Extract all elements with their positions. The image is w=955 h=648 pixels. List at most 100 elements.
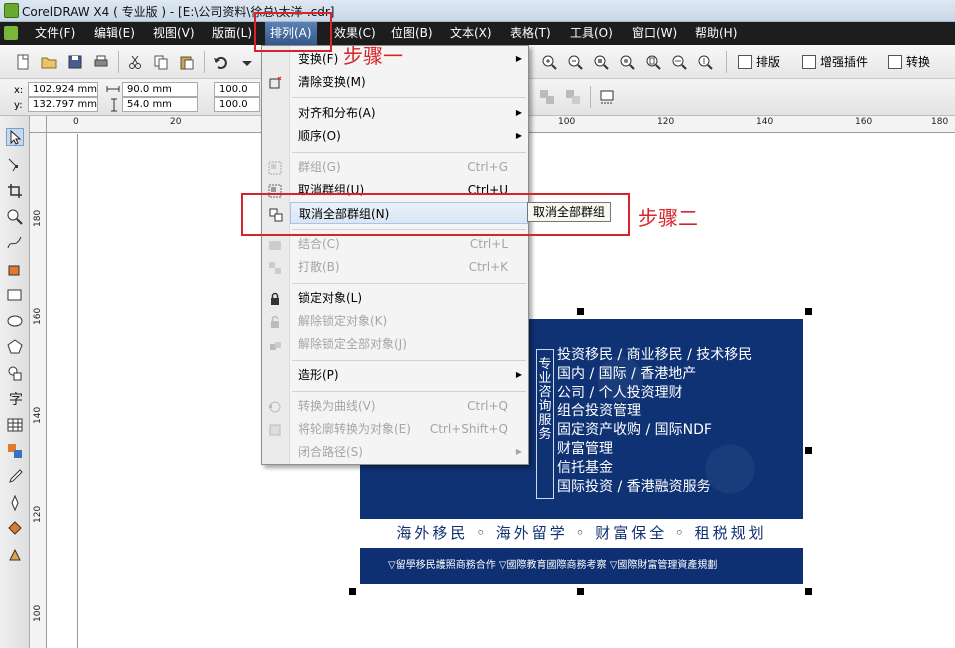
page-edge [77,134,78,648]
menu-item-close-path[interactable]: 闭合路径(S) ▶ [290,441,528,463]
selection-handle-top-right[interactable] [805,308,812,315]
fill-tool-icon[interactable] [6,520,24,538]
menu-text[interactable]: 文本(X) [445,22,497,45]
group-objects-icon[interactable] [538,88,556,106]
ruler-label: 180 [33,209,43,227]
step1-highlight-box [254,12,332,52]
scale-x-field[interactable]: 100.0 [214,82,260,97]
zoom-page-icon[interactable] [644,53,662,71]
menu-item-align-distribute[interactable]: 对齐和分布(A) ▶ [290,102,528,124]
interactive-fill-tool-icon[interactable] [6,546,24,564]
break-apart-icon [268,260,282,274]
menu-item-group[interactable]: 群组(G) Ctrl+G [268,156,528,178]
zoom-selected-icon[interactable] [592,53,610,71]
step2-highlight-box [241,193,630,236]
selection-handle-bottom-left[interactable] [349,588,356,595]
basic-shapes-tool-icon[interactable] [6,364,24,382]
ruler-origin[interactable] [30,116,47,133]
menu-item-combine[interactable]: 结合(C) Ctrl+L [269,233,528,255]
menu-edit[interactable]: 编辑(E) [89,22,140,45]
cut-icon[interactable] [126,53,144,71]
ruler-label: 140 [33,406,43,424]
document-icon[interactable] [4,26,18,40]
menu-window[interactable]: 窗口(W) [627,22,682,45]
toolbox: 字 [0,116,30,648]
print-icon[interactable] [92,53,110,71]
zoom-width-icon[interactable] [670,53,688,71]
menu-item-unlock-all[interactable]: 解除锁定全部对象(J) [270,333,528,355]
eyedropper-tool-icon[interactable] [6,468,24,486]
copy-icon[interactable] [152,53,170,71]
card-line: 国内 / 国际 / 香港地产 [557,365,697,382]
menu-help[interactable]: 帮助(H) [690,22,742,45]
combine-icon [268,237,282,251]
paste-icon[interactable] [178,53,196,71]
zoom-tool-icon[interactable] [6,208,24,226]
height-field[interactable]: 54.0 mm [122,97,198,112]
ruler-label: 120 [657,117,675,127]
text-tool-icon[interactable]: 字 [6,390,24,408]
plugin-icon [802,55,816,69]
convert-button[interactable]: 转换 [886,53,930,71]
pick-tool-icon[interactable] [6,128,24,146]
freehand-tool-icon[interactable] [6,234,24,252]
interactive-blend-tool-icon[interactable] [6,442,24,460]
height-icon [108,98,120,112]
enhance-plugin-button[interactable]: 增强插件 [800,53,868,71]
zoom-out-icon[interactable] [566,53,584,71]
y-label: y: [14,100,23,111]
selection-handle-right[interactable] [805,447,812,454]
menu-item-shaping[interactable]: 造形(P) ▶ [290,364,528,386]
menu-table[interactable]: 表格(T) [505,22,556,45]
x-label: x: [14,85,24,96]
smart-fill-tool-icon[interactable] [6,260,24,278]
menu-tools[interactable]: 工具(O) [565,22,618,45]
ellipse-tool-icon[interactable] [6,312,24,330]
width-field[interactable]: 90.0 mm [122,82,198,97]
align-distribute-icon[interactable] [598,88,616,106]
clear-transform-icon [268,75,282,89]
menu-item-unlock-object[interactable]: 解除锁定对象(K) [271,310,528,332]
selection-handle-bottom[interactable] [577,588,584,595]
unlock-all-icon [268,337,282,351]
undo-dropdown-icon[interactable] [238,53,256,71]
shape-tool-icon[interactable] [6,156,24,174]
selection-handle-top[interactable] [577,308,584,315]
outline-tool-icon[interactable] [6,494,24,512]
selection-handle-bottom-right[interactable] [805,588,812,595]
card-line: 固定资产收购 / 国际NDF [557,422,712,439]
polygon-tool-icon[interactable] [6,338,24,356]
menu-item-lock-object[interactable]: 锁定对象(L) [271,287,528,309]
layout-icon [738,55,752,69]
menu-view[interactable]: 视图(V) [148,22,200,45]
ruler-label: 160 [33,307,43,325]
undo-icon[interactable] [212,53,230,71]
menu-item-convert-to-curves[interactable]: 转换为曲线(V) Ctrl+Q [269,395,528,417]
crop-tool-icon[interactable] [6,182,24,200]
svg-text:字: 字 [9,392,23,408]
convert-icon [888,55,902,69]
menu-layout[interactable]: 版面(L) [207,22,257,45]
save-icon[interactable] [66,53,84,71]
ruler-label: 20 [170,117,182,127]
menu-item-break-apart[interactable]: 打散(B) Ctrl+K [269,256,528,278]
table-tool-icon[interactable] [6,416,24,434]
zoom-in-icon[interactable] [540,53,558,71]
step2-label: 步骤二 [638,206,698,230]
new-document-icon[interactable] [14,53,32,71]
menu-item-order[interactable]: 顺序(O) ▶ [290,125,528,147]
open-folder-icon[interactable] [40,53,58,71]
zoom-height-icon[interactable] [696,53,714,71]
menu-file[interactable]: 文件(F) [30,22,80,45]
unlock-icon [268,314,282,328]
coreldraw-app-icon [4,3,19,18]
zoom-all-icon[interactable] [618,53,636,71]
layout-plugin-button[interactable]: 排版 [736,53,780,71]
scale-y-field[interactable]: 100.0 [214,97,260,112]
menu-item-clear-transform[interactable]: 清除变换(M) [269,71,528,93]
x-position-field[interactable]: 102.924 mm [28,82,98,97]
y-position-field[interactable]: 132.797 mm [28,97,98,112]
menu-item-outline-to-object[interactable]: 将轮廓转换为对象(E) Ctrl+Shift+Q [269,418,528,440]
ungroup-objects-icon[interactable] [564,88,582,106]
rectangle-tool-icon[interactable] [6,286,24,304]
